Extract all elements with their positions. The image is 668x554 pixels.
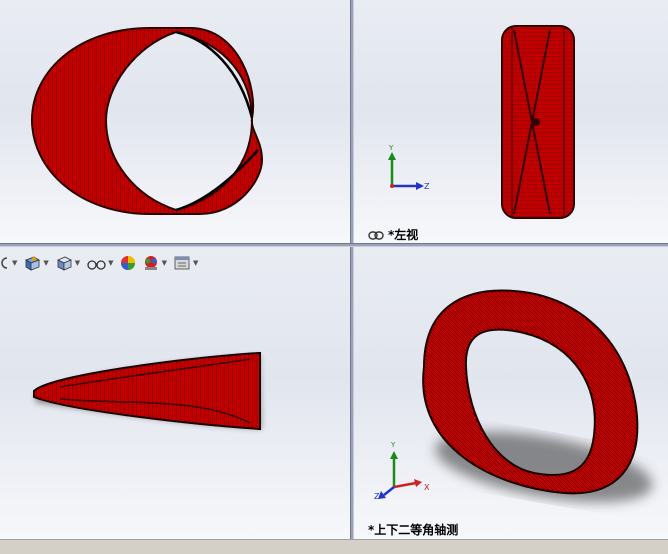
view-name-isometric: *上下二等角轴测 [368,523,459,537]
model-left-view: Y Z [388,25,575,219]
viewport-top-left[interactable] [0,0,350,243]
view-name-left: *左视 [388,228,419,242]
link-view-icon[interactable] [368,229,384,243]
view-label-left: *左视 [368,226,418,243]
ring-band-shape [30,27,264,215]
model-isometric-view: Y X Z [374,289,653,503]
triad-iso-y-label: Y [390,441,396,449]
model-top-view [33,351,262,431]
triad-y-label: Y [388,144,394,152]
viewport-bottom-right[interactable]: Y X Z *上下二等角轴测 [354,247,668,539]
triad-left-view: Y Z [388,144,430,191]
ring-top-shape [33,351,261,431]
triad-isometric: Y X Z [374,441,430,501]
triad-iso-z-label: Z [374,492,380,501]
status-bar [0,539,668,554]
viewport-top-right[interactable]: Y Z *左视 [354,0,668,243]
viewport-splitter-horizontal[interactable] [0,243,668,247]
viewport-bottom-left[interactable]: ▼ ▼ ▼ ▼ ▼ ▼ [0,247,350,539]
model-front-view [30,27,264,215]
triad-iso-x-label: X [424,483,430,492]
view-label-isometric: *上下二等角轴测 [368,521,458,538]
viewport-splitter-vertical[interactable] [350,0,354,539]
triad-z-label: Z [424,182,430,191]
